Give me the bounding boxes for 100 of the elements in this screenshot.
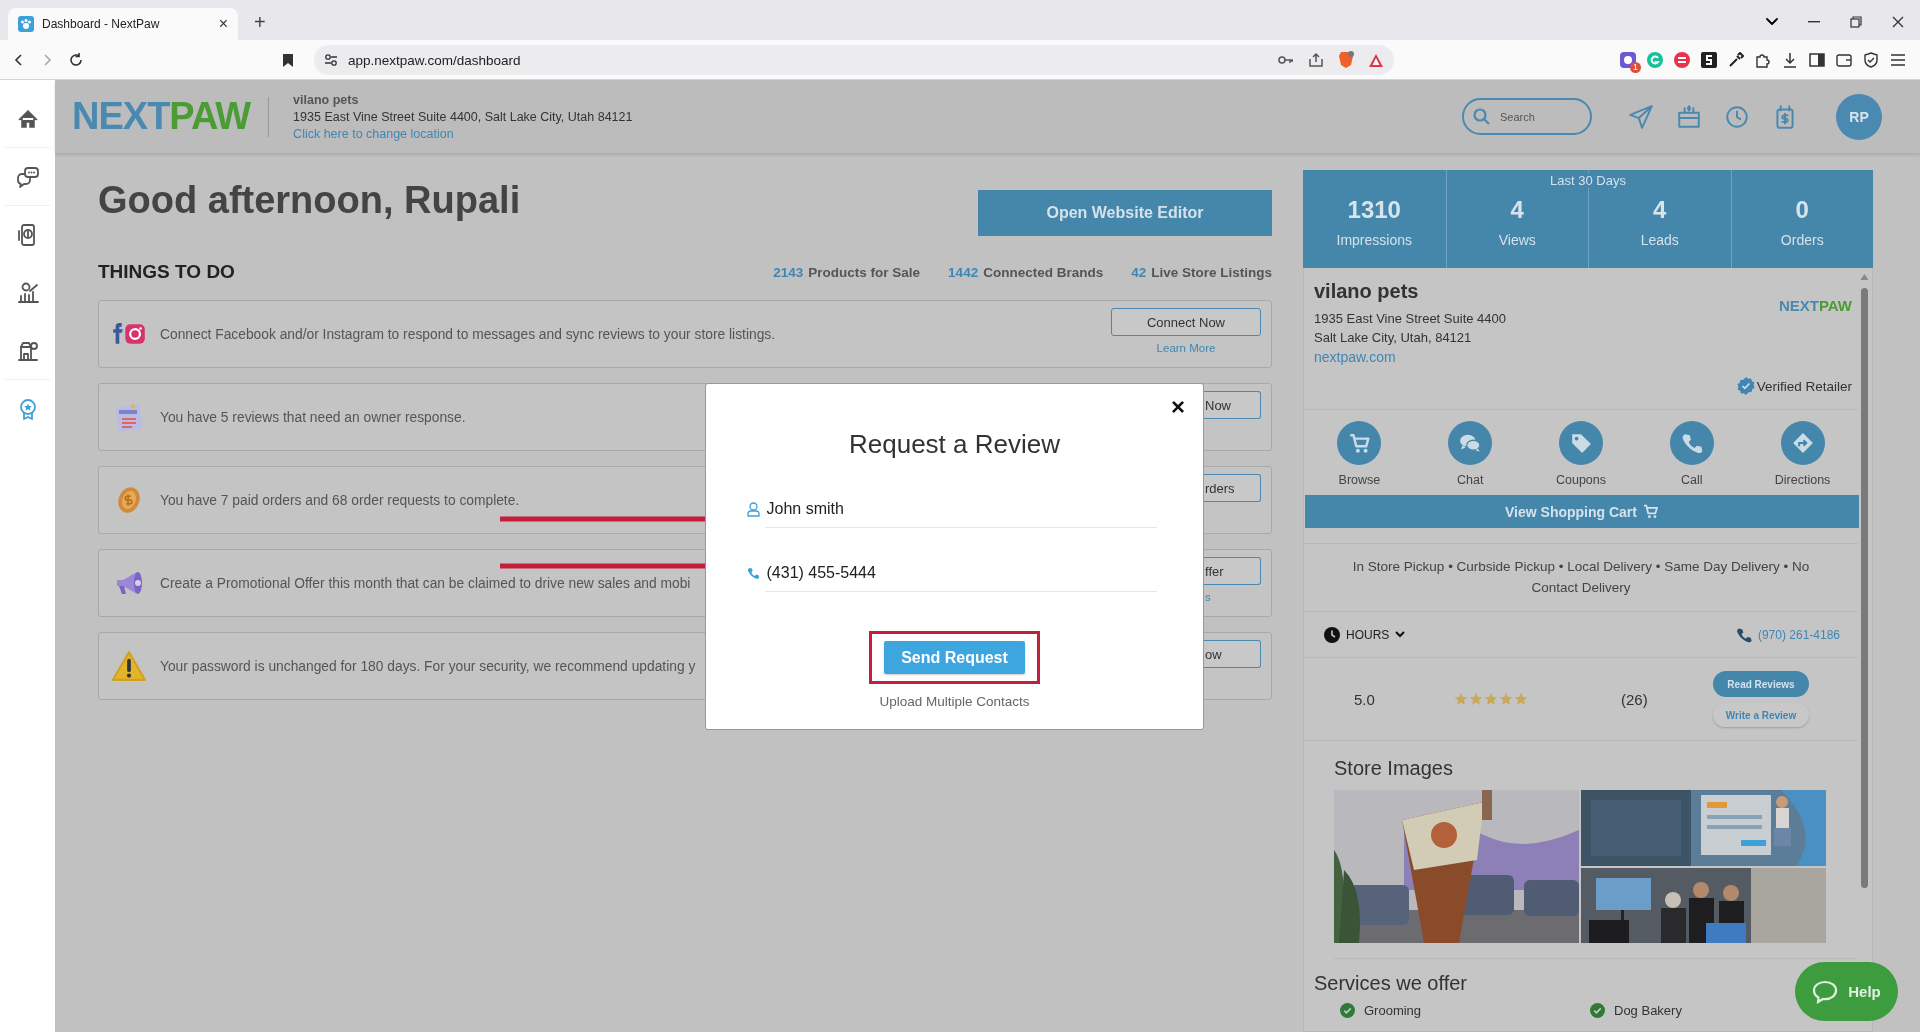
phone-icon <box>1680 432 1703 454</box>
check-icon <box>1340 1003 1355 1018</box>
directions-icon <box>1791 432 1814 454</box>
url-text: app.nextpaw.com/dashboard <box>348 52 522 68</box>
stat-count: 1442 <box>948 264 979 280</box>
task-text: You have 7 paid orders and 68 order requests to complete. <box>160 492 520 508</box>
check-icon <box>1590 1003 1605 1018</box>
rating-score: 5.0 <box>1354 690 1376 708</box>
store-address: 1935 East Vine Street Suite 4400, Salt Lake City, Utah 84121 <box>293 109 633 124</box>
section-title: Services we offer <box>1314 972 1468 995</box>
eyedropper-icon[interactable] <box>1728 52 1744 68</box>
notification-badge: 1 <box>1630 62 1641 73</box>
address-bar[interactable]: app.nextpaw.com/dashboard <box>314 45 1394 75</box>
clock-icon <box>1324 626 1340 643</box>
close-icon[interactable] <box>1892 16 1904 28</box>
tag-icon <box>1570 432 1592 454</box>
star-icon <box>1514 692 1528 706</box>
open-website-editor-button[interactable]: Open Website Editor <box>978 190 1272 236</box>
action-button[interactable]: Call <box>1646 421 1737 487</box>
action-button[interactable]: Coupons <box>1536 421 1626 487</box>
stat-label: Orders <box>1780 232 1824 248</box>
stat-count: 42 <box>1131 264 1147 280</box>
cart-icon <box>1348 432 1371 454</box>
task-text: Connect Facebook and/or Instagram to respond to messages and sync reviews to your store listings. <box>160 326 776 342</box>
stat-value: 4 <box>1653 196 1667 224</box>
view-shopping-cart-button[interactable]: View Shopping Cart <box>1305 495 1859 528</box>
task-text: Your password is unchanged for 180 days. For your security, we recommend updating y <box>160 658 696 674</box>
menu-icon[interactable] <box>1890 54 1906 66</box>
task-button[interactable]: rders <box>1203 474 1261 502</box>
star-icon <box>1469 692 1483 706</box>
store-name: vilano pets <box>293 92 360 107</box>
phone-icon <box>1735 626 1752 643</box>
review-count: (26) <box>1621 690 1649 708</box>
new-tab-button[interactable]: + <box>254 11 266 34</box>
download-icon[interactable] <box>1782 52 1798 68</box>
puzzle-icon[interactable] <box>1755 52 1771 68</box>
stat-label: Impressions <box>1336 232 1412 248</box>
action-button[interactable]: Browse <box>1314 421 1405 487</box>
person-icon <box>746 501 760 517</box>
star-icon <box>1499 692 1513 706</box>
cart-icon <box>1643 504 1659 519</box>
minimize-icon[interactable] <box>1808 21 1820 23</box>
task-button[interactable]: Connect Now <box>1111 308 1261 336</box>
task-text: You have 5 reviews that need an owner response. <box>160 409 466 425</box>
logo: NEXTPAW <box>1778 297 1852 314</box>
phone-icon <box>746 565 760 581</box>
service-name: Grooming <box>1364 1003 1422 1018</box>
hours-dropdown[interactable]: HOURS <box>1324 626 1406 643</box>
dialog-title: Request a Review <box>849 428 1060 460</box>
warning-icon <box>111 649 147 683</box>
action-button[interactable]: Directions <box>1757 421 1848 487</box>
chat-bubble-icon <box>1812 979 1839 1004</box>
extension-icon[interactable] <box>1701 52 1717 68</box>
growth-chart-icon[interactable] <box>15 281 40 305</box>
stat-label: Products for Sale <box>808 264 921 280</box>
browser-tab[interactable]: Dashboard - NextPaw × <box>8 8 238 40</box>
wallet-icon[interactable] <box>1836 53 1852 67</box>
greeting-heading: Good afternoon, Rupali <box>98 178 521 223</box>
task-button[interactable]: Now <box>1203 391 1261 419</box>
section-title: THINGS TO DO <box>98 261 235 283</box>
action-button[interactable]: Chat <box>1425 421 1516 487</box>
star-icon <box>1484 692 1498 706</box>
stat-count: 2143 <box>773 264 804 280</box>
paw-icon <box>18 16 34 32</box>
stat-value: 1310 <box>1347 196 1401 224</box>
stat-label: Views <box>1498 232 1536 248</box>
chevron-down-icon <box>1395 631 1406 638</box>
reload-icon[interactable] <box>68 52 84 68</box>
tab-close-button[interactable]: × <box>218 15 228 33</box>
key-icon[interactable] <box>1278 55 1294 65</box>
stat-label: Connected Brands <box>983 264 1104 280</box>
chat-bubbles-icon[interactable] <box>15 164 40 189</box>
triangle-icon[interactable] <box>1368 52 1384 68</box>
stat-value: 0 <box>1795 196 1809 224</box>
stat-value: 4 <box>1510 196 1524 224</box>
close-button[interactable]: × <box>1167 394 1189 420</box>
task-button[interactable]: ow <box>1203 640 1261 668</box>
read-reviews-button[interactable]: Read Reviews <box>1713 671 1809 697</box>
verified-badge-icon <box>1736 377 1755 395</box>
upload-contacts-link[interactable]: Upload Multiple Contacts <box>879 694 1030 709</box>
restore-icon[interactable] <box>1850 16 1862 28</box>
task-button[interactable]: ffer <box>1203 557 1261 585</box>
stat-label: Live Store Listings <box>1151 264 1272 280</box>
address-line: 1935 East Vine Street Suite 4400 <box>1314 311 1506 326</box>
share-icon[interactable] <box>1308 52 1324 68</box>
site-settings-icon[interactable] <box>324 53 338 67</box>
chevron-down-icon[interactable] <box>1766 18 1778 26</box>
tab-title: Dashboard - NextPaw <box>42 17 161 31</box>
search-field[interactable]: Search <box>1462 98 1592 135</box>
star-icon <box>1454 692 1468 706</box>
address-line: Salt Lake City, Utah, 84121 <box>1314 330 1473 345</box>
hours-label: HOURS <box>1346 627 1390 642</box>
bookmark-icon[interactable] <box>282 52 294 68</box>
sidebar-icon[interactable] <box>1809 53 1825 67</box>
search-icon <box>1473 108 1490 125</box>
store-name: vilano pets <box>1314 280 1420 303</box>
shield-icon[interactable] <box>1863 52 1879 68</box>
stat-label: Leads <box>1640 232 1679 248</box>
delivery-options: In Store Pickup • Curbside Pickup • Local Delivery • Same Day Delivery • No Contact Delivery <box>1304 543 1858 611</box>
section-title: Store Images <box>1333 756 1454 781</box>
